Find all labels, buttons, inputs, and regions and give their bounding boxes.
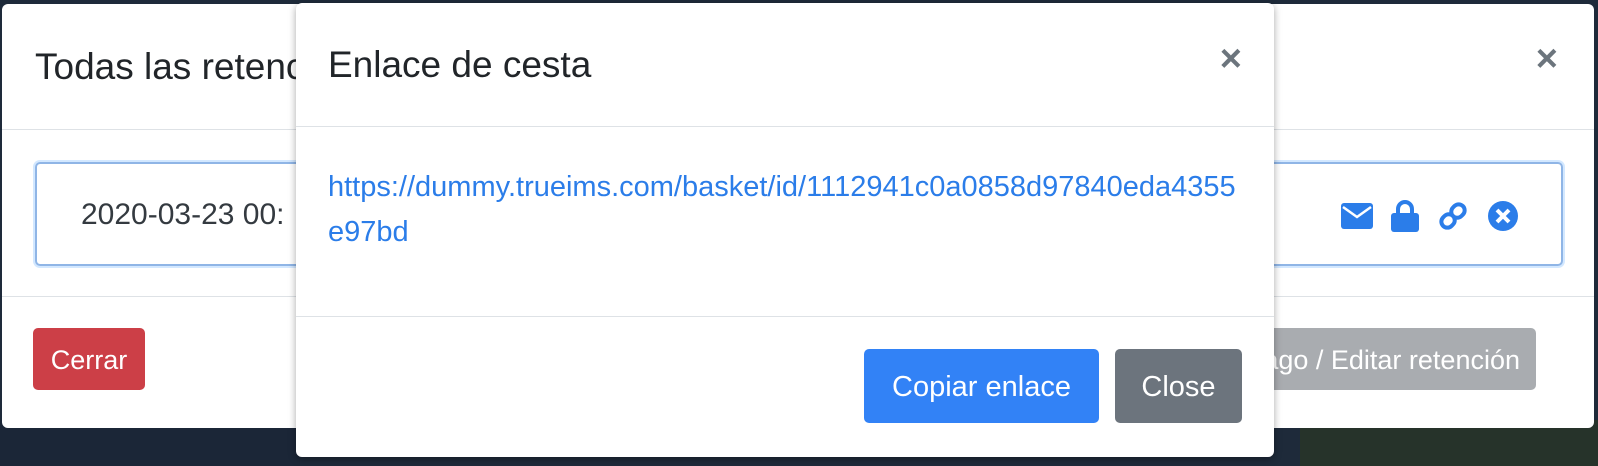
close-button[interactable]: Close [1115, 349, 1242, 423]
modal-title: Enlace de cesta [328, 44, 592, 85]
copy-link-button[interactable]: Copiar enlace [864, 349, 1099, 423]
link-icon[interactable] [1437, 200, 1469, 232]
modal-body: https://dummy.trueims.com/basket/id/1112… [296, 127, 1274, 315]
modal-footer: Copiar enlace Close [296, 316, 1274, 457]
retention-date: 2020-03-23 00: [81, 198, 285, 231]
modal-header: Enlace de cesta × [296, 3, 1274, 127]
basket-link[interactable]: https://dummy.trueims.com/basket/id/1112… [328, 165, 1238, 255]
times-circle-icon[interactable] [1487, 200, 1519, 232]
envelope-icon[interactable] [1341, 203, 1373, 229]
close-icon[interactable]: × [1536, 40, 1558, 78]
basket-link-modal: Enlace de cesta × https://dummy.trueims.… [296, 3, 1274, 457]
item-actions [1341, 200, 1519, 232]
close-icon[interactable]: × [1220, 40, 1242, 78]
lock-icon[interactable] [1391, 200, 1419, 232]
close-button[interactable]: Cerrar [33, 328, 145, 390]
